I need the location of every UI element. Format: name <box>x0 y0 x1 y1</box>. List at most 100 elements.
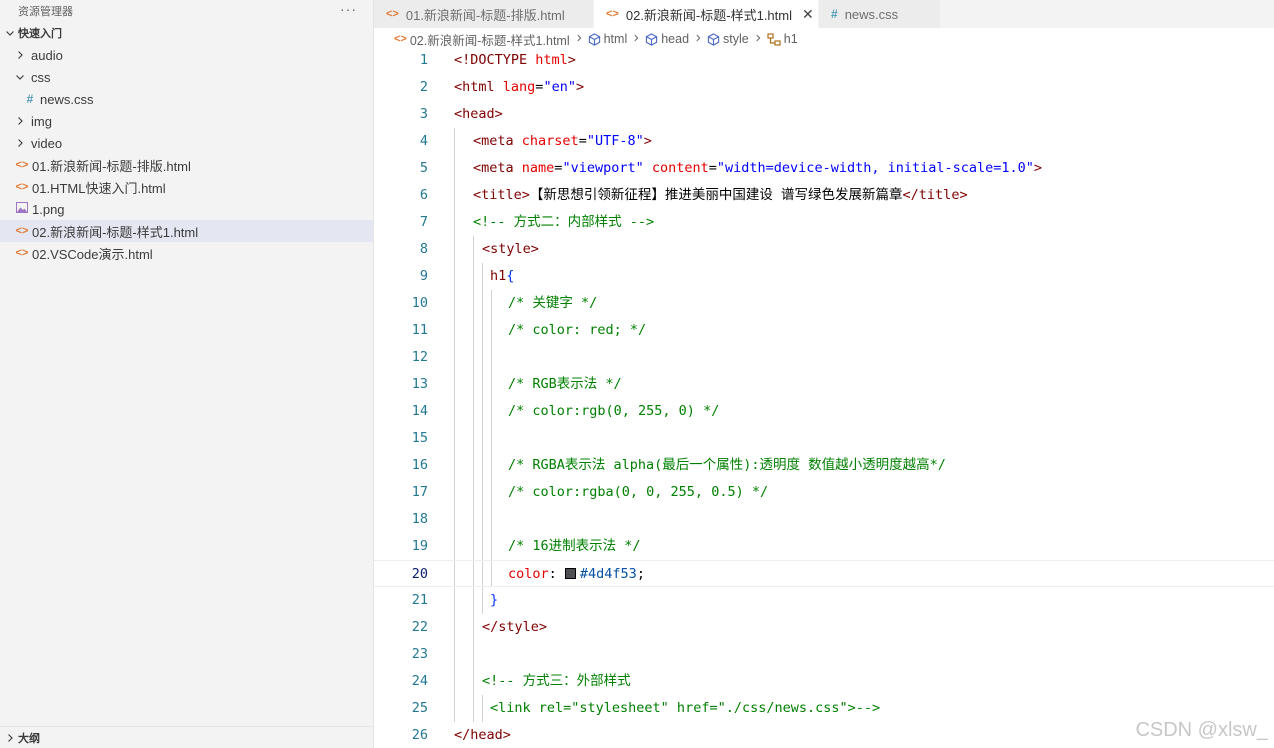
editor-tab[interactable]: # news.css <box>819 0 941 28</box>
code-text: /* RGBA表示法 alpha(最后一个属性):透明度 数值越小透明度越高*/ <box>508 452 946 479</box>
code-token: } <box>490 592 499 608</box>
code-line[interactable]: 15 <box>374 425 1274 452</box>
breadcrumb-item[interactable]: head <box>645 32 689 46</box>
code-text: /* color:rgba(0, 0, 255, 0.5) */ <box>508 479 768 506</box>
code-text: } <box>490 587 498 614</box>
code-line[interactable]: 22 </style> <box>374 614 1274 641</box>
indent-guide <box>482 263 483 290</box>
breadcrumb-item[interactable]: h1 <box>767 32 798 46</box>
indent-guide <box>454 506 455 533</box>
code-token: /* 16进制表示法 */ <box>508 538 641 554</box>
workspace-section-header[interactable]: 快速入门 <box>0 22 373 44</box>
code-token: /* color: red; */ <box>508 322 647 338</box>
editor-tab[interactable]: <> 01.新浪新闻-标题-排版.html <box>374 0 594 28</box>
line-number: 6 <box>419 187 428 203</box>
code-token: <meta <box>473 133 522 149</box>
folder-item[interactable]: css <box>0 66 373 88</box>
breadcrumb-file[interactable]: <> 02.新浪新闻-标题-样式1.html <box>394 30 570 49</box>
folder-item[interactable]: video <box>0 132 373 154</box>
breadcrumb-item[interactable]: html <box>588 32 627 46</box>
file-item[interactable]: <> 01.新浪新闻-标题-排版.html <box>0 154 373 176</box>
code-line[interactable]: 24 <!-- 方式三：外部样式 <box>374 668 1274 695</box>
code-line[interactable]: 2 <html lang="en"> <box>374 74 1274 101</box>
code-line[interactable]: 6 <title>【新思想引领新征程】推进美丽中国建设 谱写绿色发展新篇章</ti… <box>374 182 1274 209</box>
code-line[interactable]: 21} <box>374 587 1274 614</box>
file-item[interactable]: <> 02.VSCode演示.html <box>0 242 373 264</box>
file-item[interactable]: # news.css <box>0 88 373 110</box>
code-text: /* 关键字 */ <box>508 290 597 317</box>
file-item[interactable]: 1.png <box>0 198 373 220</box>
code-line[interactable]: 4 <meta charset="UTF-8"> <box>374 128 1274 155</box>
code-text: <title>【新思想引领新征程】推进美丽中国建设 谱写绿色发展新篇章</tit… <box>473 182 968 209</box>
code-line[interactable]: 13 /* RGB表示法 */ <box>374 371 1274 398</box>
code-line[interactable]: 8 <style> <box>374 236 1274 263</box>
indent-guide <box>473 371 474 398</box>
code-line[interactable]: 7 <!-- 方式二：内部样式 --> <box>374 209 1274 236</box>
code-token: charset <box>521 133 579 149</box>
code-line[interactable]: 12 <box>374 344 1274 371</box>
breadcrumb-item-label: h1 <box>783 32 798 46</box>
code-token: "viewport" <box>562 160 644 176</box>
chevron-right-icon <box>4 732 18 744</box>
explorer-title: 资源管理器 <box>18 6 73 18</box>
chevron-right-icon <box>753 33 763 46</box>
element-cube-icon <box>707 32 720 46</box>
code-line[interactable]: 1 <!DOCTYPE html> <box>374 47 1274 74</box>
line-number: 3 <box>419 106 428 122</box>
code-line[interactable]: 3 <head> <box>374 101 1274 128</box>
indent-guide <box>473 290 474 317</box>
code-token: </style> <box>482 619 548 635</box>
code-token: : <box>548 566 565 582</box>
code-token: /* RGBA表示法 alpha(最后一个属性):透明度 数值越小透明度越高*/ <box>508 457 946 473</box>
editor-tab[interactable]: <> 02.新浪新闻-标题-样式1.html ✕ <box>594 0 819 28</box>
code-text: <!-- 方式二：内部样式 --> <box>473 209 654 236</box>
indent-guide <box>454 155 455 182</box>
code-line[interactable]: 20 color: #4d4f53; <box>374 560 1274 587</box>
indent-guide <box>473 425 474 452</box>
code-line[interactable]: 10 /* 关键字 */ <box>374 290 1274 317</box>
code-text: <head> <box>454 101 503 128</box>
code-line[interactable]: 9 h1{ <box>374 263 1274 290</box>
code-line[interactable]: 19 /* 16进制表示法 */ <box>374 533 1274 560</box>
indent-guide <box>473 561 474 586</box>
indent-guide <box>491 425 492 452</box>
code-line[interactable]: 11 /* color: red; */ <box>374 317 1274 344</box>
code-line[interactable]: 25 <link rel="stylesheet" href="./css/new… <box>374 695 1274 722</box>
indent-guide <box>482 452 483 479</box>
code-token: color <box>508 566 549 582</box>
file-item[interactable]: <> 01.HTML快速入门.html <box>0 176 373 198</box>
close-icon[interactable]: ✕ <box>802 6 814 23</box>
code-line[interactable]: 23 <box>374 641 1274 668</box>
indent-guide <box>491 479 492 506</box>
code-line[interactable]: 14 /* color:rgb(0, 255, 0) */ <box>374 398 1274 425</box>
code-token: <meta <box>473 160 522 176</box>
more-actions-icon[interactable]: ··· <box>340 2 357 16</box>
tree-item-label: 02.VSCode演示.html <box>32 246 153 262</box>
html-file-icon: <> <box>386 8 399 20</box>
indent-guide <box>454 182 455 209</box>
breadcrumb-item[interactable]: style <box>707 32 749 46</box>
html-file-icon: <> <box>15 181 29 193</box>
code-line[interactable]: 16 /* RGBA表示法 alpha(最后一个属性):透明度 数值越小透明度越高… <box>374 452 1274 479</box>
image-file-icon <box>14 202 30 216</box>
indent-guide <box>454 209 455 236</box>
code-line[interactable]: 5 <meta name="viewport" content="width=de… <box>374 155 1274 182</box>
line-number: 18 <box>411 511 428 527</box>
chevron-right-icon <box>631 33 641 46</box>
code-text: color: #4d4f53; <box>508 561 645 588</box>
indent-guide <box>482 371 483 398</box>
folder-item[interactable]: img <box>0 110 373 132</box>
code-token: <link rel="stylesheet" href="./css/news.… <box>490 700 881 716</box>
color-swatch[interactable] <box>564 568 576 579</box>
folder-item[interactable]: audio <box>0 44 373 66</box>
chevron-right-icon <box>574 33 584 46</box>
line-number: 16 <box>411 457 428 473</box>
code-line[interactable]: 17 /* color:rgba(0, 0, 255, 0.5) */ <box>374 479 1274 506</box>
code-line[interactable]: 18 <box>374 506 1274 533</box>
code-text: </style> <box>482 614 547 641</box>
code-editor[interactable]: 1 <!DOCTYPE html> 2 <html lang="en"> 3 <head>… <box>374 47 1274 748</box>
file-item[interactable]: <> 02.新浪新闻-标题-样式1.html <box>0 220 373 242</box>
outline-section-header[interactable]: 大纲 <box>0 726 373 748</box>
line-number: 15 <box>411 430 428 446</box>
line-number: 2 <box>419 79 428 95</box>
